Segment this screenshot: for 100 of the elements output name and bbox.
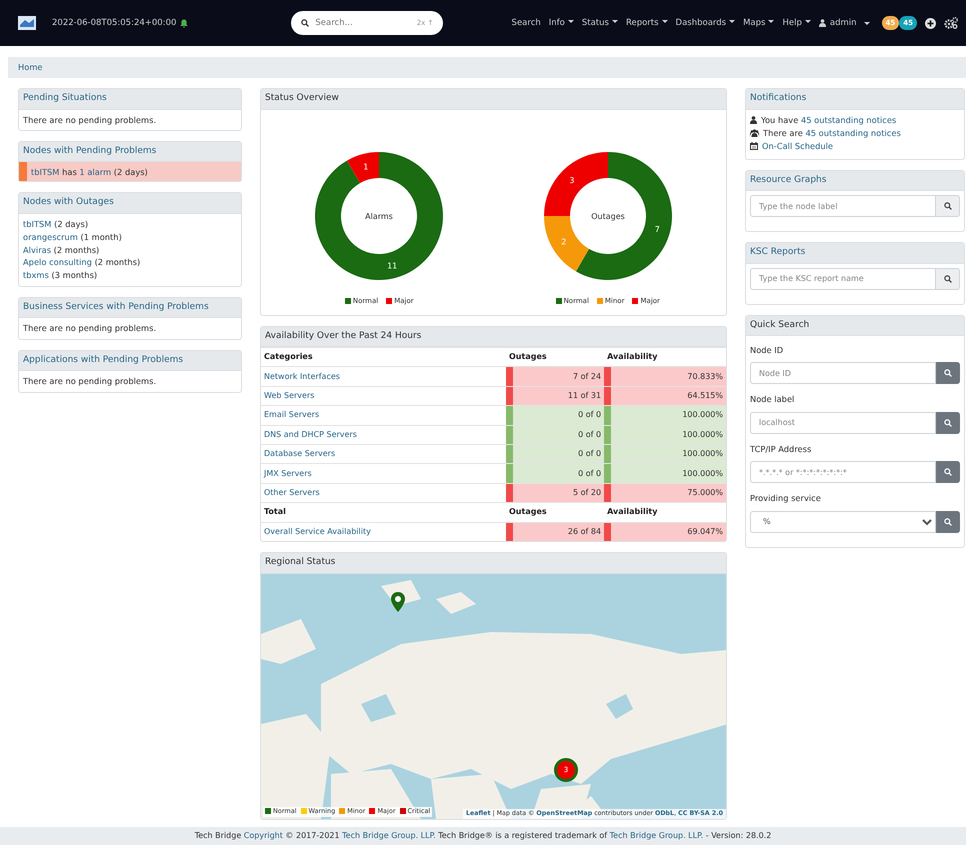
- legend-swatch: [556, 298, 562, 304]
- search-button[interactable]: [936, 412, 960, 434]
- category-link[interactable]: DNS and DHCP Servers: [264, 430, 357, 439]
- legend-swatch: [386, 298, 392, 304]
- nav-menu-item[interactable]: Maps: [739, 16, 778, 30]
- search-icon: [301, 19, 310, 27]
- user-icon: [818, 19, 826, 27]
- slice-label: 7: [654, 224, 660, 234]
- table-cell: 5 of 20: [513, 483, 604, 503]
- legend-swatch: [596, 298, 603, 304]
- notices-link[interactable]: 45 outstanding notices: [805, 128, 901, 138]
- node-link[interactable]: tbITSM: [23, 218, 52, 229]
- footer-link[interactable]: Copyright: [244, 831, 283, 840]
- legend-swatch: [344, 298, 351, 304]
- search-input[interactable]: *.*.*.* or *:*:*:*:*:*:*:*: [750, 461, 936, 484]
- node-link[interactable]: orangescrum: [23, 232, 78, 242]
- user-menu[interactable]: admin: [814, 16, 874, 30]
- logo-icon[interactable]: [18, 16, 36, 30]
- node-link[interactable]: Alviras: [23, 244, 52, 255]
- breadcrumb-link[interactable]: Home: [18, 61, 43, 74]
- search-button[interactable]: [936, 510, 960, 533]
- nav-menu-item[interactable]: Search: [508, 16, 545, 30]
- outage-text: tbxms (3 months): [23, 269, 98, 282]
- outage-text: tbITSM (2 days): [23, 218, 90, 231]
- table-cell: 100.000%: [611, 425, 726, 444]
- table-cell: 100.000%: [611, 444, 726, 464]
- panel-title: Nodes with Outages: [19, 193, 241, 214]
- outage-text: Alviras (2 months): [23, 244, 100, 256]
- map-pin-icon[interactable]: [391, 592, 405, 612]
- search-icon: [944, 202, 952, 210]
- bell-icon[interactable]: [180, 18, 188, 28]
- table-cell: 0 of 0: [513, 406, 604, 426]
- footer-text: Tech Bridge Copyright © 2017-2021 Tech Bridge Group. LLP. Tech Bridge® is a registered trademark of Tech Bridge Group. LLP. - Version: 28.0.2: [0, 827, 966, 845]
- node-link[interactable]: tbITSM: [31, 166, 60, 177]
- table-cell: 69.047%: [611, 522, 726, 542]
- search-icon: [944, 518, 952, 526]
- table-cell: 7 of 24: [513, 366, 604, 386]
- table-cell: 0 of 0: [513, 425, 604, 444]
- category-link[interactable]: Other Servers: [264, 488, 320, 497]
- node-link[interactable]: Apelo consulting: [23, 257, 92, 268]
- panel-title: KSC Reports: [746, 243, 964, 264]
- table-cell: 75.000%: [611, 483, 726, 503]
- field-label: TCP/IP Address: [750, 442, 812, 456]
- category-link[interactable]: Overall Service Availability: [264, 526, 371, 536]
- users-icon: [750, 129, 759, 137]
- nav-menu-item[interactable]: Dashboards: [672, 16, 740, 30]
- slice-label: 2: [561, 237, 566, 246]
- search-input[interactable]: Type the KSC report name: [750, 268, 936, 290]
- nav-menu-item[interactable]: Status: [578, 16, 622, 30]
- nav-menu-item[interactable]: Reports: [622, 16, 672, 30]
- column-header: Categories: [261, 348, 506, 367]
- search-icon: [944, 369, 952, 378]
- nav-menu-item[interactable]: Help: [778, 16, 815, 30]
- category-link[interactable]: Network Interfaces: [264, 372, 340, 381]
- notice-text: There are 45 outstanding notices: [763, 126, 901, 140]
- search-button[interactable]: [936, 461, 960, 484]
- node-link[interactable]: 1 alarm: [79, 166, 112, 177]
- service-select[interactable]: %: [750, 510, 936, 533]
- category-link[interactable]: JMX Servers: [264, 468, 312, 478]
- nav-menu-item[interactable]: Info: [544, 16, 578, 30]
- chart-title: Outages: [590, 212, 625, 220]
- empty-message: There are no pending problems.: [23, 114, 158, 126]
- table-cell: 100.000%: [611, 464, 726, 484]
- search-button[interactable]: [936, 362, 960, 384]
- search-input[interactable]: Type the node label: [750, 195, 936, 217]
- table-cell: 70.833%: [611, 366, 726, 386]
- category-link[interactable]: Web Servers: [264, 390, 314, 400]
- category-link[interactable]: Database Servers: [264, 449, 336, 458]
- table-cell: 11 of 31: [513, 386, 604, 406]
- panel-title: Notifications: [746, 89, 964, 110]
- outage-text: orangescrum (1 month): [23, 230, 123, 244]
- footer-link[interactable]: Tech Bridge Group. LLP.: [342, 831, 436, 840]
- schedule-link[interactable]: On-Call Schedule: [762, 140, 834, 152]
- field-label: Node ID: [750, 344, 784, 356]
- panel-title: Status Overview: [261, 89, 726, 110]
- empty-message: There are no pending problems.: [23, 375, 158, 388]
- category-link[interactable]: Email Servers: [264, 410, 320, 420]
- legend-swatch: [632, 298, 638, 304]
- search-icon: [944, 274, 952, 282]
- panel-title: Applications with Pending Problems: [19, 350, 241, 372]
- slice-label: 3: [569, 175, 574, 184]
- search-input[interactable]: localhost: [750, 412, 936, 434]
- timestamp: 2022-06-08T05:05:24+00:00: [52, 16, 176, 30]
- gears-icon[interactable]: [944, 17, 958, 29]
- panel-title: Pending Situations: [19, 89, 241, 110]
- notices-link[interactable]: 45 outstanding notices: [800, 114, 896, 124]
- footer-link[interactable]: Tech Bridge Group. LLP.: [610, 831, 704, 840]
- slice-label: 1: [364, 162, 369, 172]
- search-icon: [944, 418, 952, 427]
- alarm-text: tbITSM has 1 alarm (2 days): [31, 166, 148, 178]
- panel-title: Nodes with Pending Problems: [19, 142, 241, 162]
- panel-title: Resource Graphs: [746, 170, 964, 191]
- plus-circle-icon[interactable]: [925, 18, 936, 28]
- node-link[interactable]: tbxms: [23, 270, 49, 280]
- empty-message: There are no pending problems.: [23, 322, 158, 335]
- search-input[interactable]: Node ID: [750, 362, 936, 384]
- calendar-icon: [750, 142, 758, 150]
- field-label: Providing service: [750, 492, 822, 505]
- table-cell: 0 of 0: [513, 444, 604, 464]
- field-label: Node label: [750, 393, 796, 406]
